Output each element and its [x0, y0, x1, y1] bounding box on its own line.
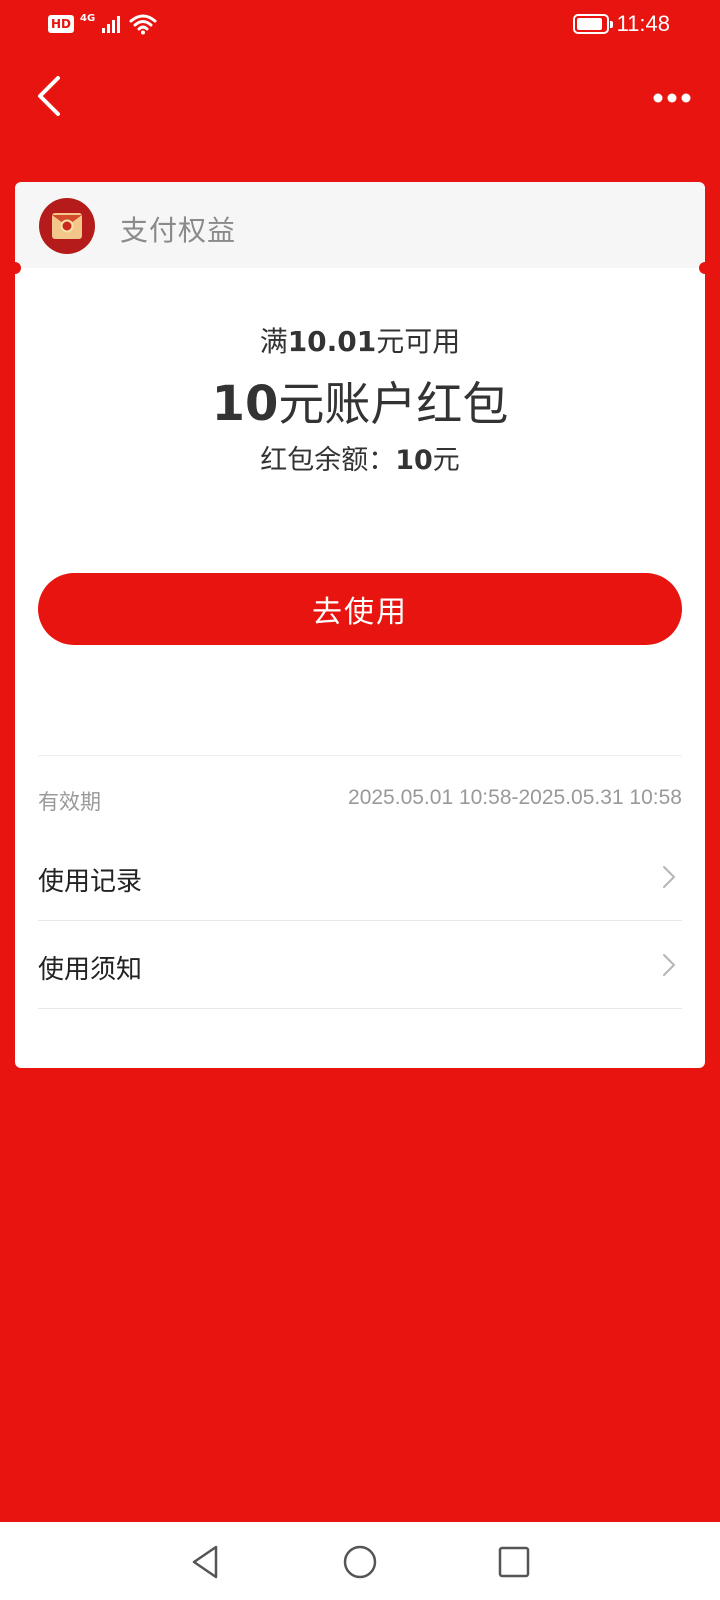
status-left: HD 4G	[48, 10, 157, 38]
balance-label: 红包余额：	[260, 445, 396, 476]
coupon-name: 10元账户红包	[15, 368, 705, 434]
card-header: 支付权益	[15, 182, 705, 270]
chevron-right-icon	[663, 954, 675, 976]
clock: 11:48	[616, 11, 670, 36]
condition-amount: 10.01	[287, 325, 377, 358]
system-nav-bar	[0, 1522, 720, 1600]
coupon-balance: 红包余额：10元	[15, 438, 705, 477]
network-label: 4G	[80, 12, 96, 24]
header-title: 支付权益	[120, 214, 237, 247]
condition-prefix: 满	[259, 325, 288, 358]
back-icon[interactable]	[28, 72, 76, 120]
status-bar: HD 4G 11:48	[0, 0, 720, 48]
balance-amount: 10	[395, 445, 433, 476]
card-notch-right	[699, 262, 711, 274]
coupon-condition: 满10.01元可用	[15, 320, 705, 360]
system-back-icon[interactable]	[186, 1542, 226, 1582]
screen: HD 4G 11:48 支付权益 满10.01元可用 10元账户红包 红包余额：…	[0, 0, 720, 1600]
balance-unit: 元	[432, 445, 460, 476]
coupon-name-text: 元账户红包	[278, 377, 509, 431]
row-label: 使用记录	[38, 867, 143, 897]
system-recent-icon[interactable]	[494, 1542, 534, 1582]
divider	[38, 755, 682, 756]
battery-icon	[572, 14, 613, 34]
system-home-icon[interactable]	[340, 1542, 380, 1582]
chevron-right-icon	[663, 866, 675, 888]
row-usage-notice[interactable]: 使用须知	[38, 921, 682, 1009]
card-notch-left	[9, 262, 21, 274]
top-nav	[0, 60, 720, 132]
row-label: 使用须知	[38, 955, 143, 985]
validity-label: 有效期	[38, 790, 101, 814]
signal-icon	[102, 16, 121, 33]
row-usage-record[interactable]: 使用记录	[38, 833, 682, 921]
hd-badge: HD	[48, 15, 75, 33]
condition-suffix: 元可用	[376, 325, 461, 358]
card-body: 满10.01元可用 10元账户红包 红包余额：10元 去使用 有效期 2025.…	[15, 268, 705, 1068]
red-envelope-icon	[39, 198, 95, 254]
wifi-icon	[129, 14, 157, 35]
coupon-amount: 10	[211, 376, 279, 432]
status-right: 11:48	[572, 8, 670, 40]
use-button[interactable]: 去使用	[38, 573, 682, 645]
validity-value: 2025.05.01 10:58-2025.05.31 10:58	[348, 786, 682, 809]
more-icon[interactable]	[648, 74, 696, 122]
battery-fill	[576, 18, 602, 30]
